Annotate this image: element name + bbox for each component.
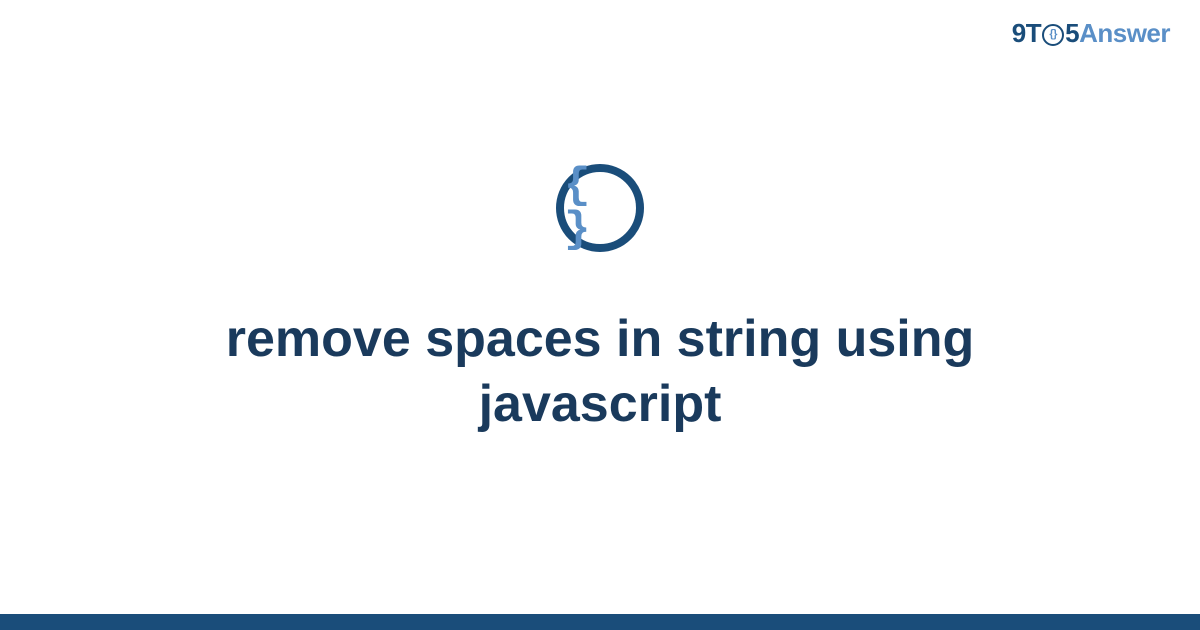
footer-bar: [0, 614, 1200, 630]
code-braces-icon: { }: [564, 164, 636, 252]
main-content: { } remove spaces in string using javasc…: [0, 0, 1200, 630]
page-title: remove spaces in string using javascript: [100, 307, 1100, 437]
topic-icon-circle: { }: [556, 164, 644, 252]
